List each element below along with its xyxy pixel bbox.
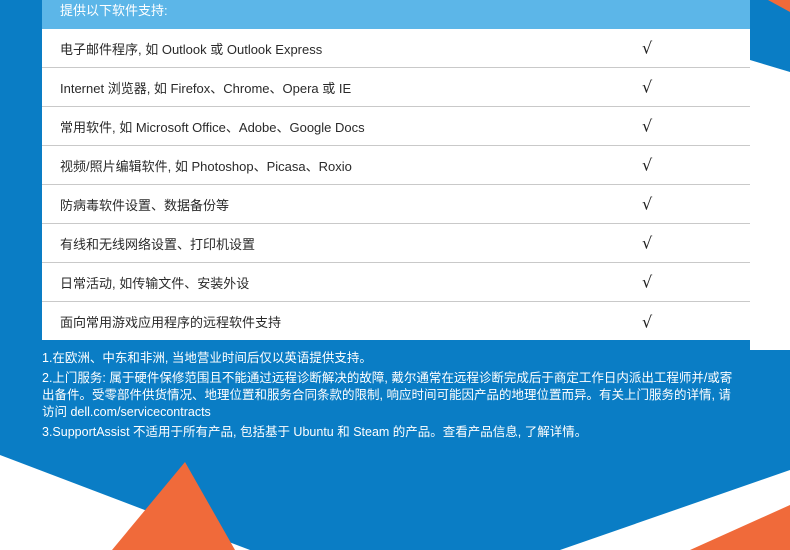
table-header: 提供以下软件支持: (42, 0, 750, 29)
footnote: 1.在欧洲、中东和非洲, 当地营业时间后仅以英语提供支持。 (42, 351, 372, 365)
footnote: 3.SupportAssist 不适用于所有产品, 包括基于 Ubuntu 和 … (42, 425, 588, 439)
check-mark-icon: √ (642, 155, 653, 175)
software-support-table: 提供以下软件支持: 电子邮件程序, 如 Outlook 或 Outlook Ex… (42, 0, 750, 340)
table-rows: 电子邮件程序, 如 Outlook 或 Outlook Express √ Inte… (42, 29, 750, 341)
row-label: 防病毒软件设置、数据备份等 (60, 197, 230, 213)
check-mark-icon: √ (642, 233, 653, 253)
white-band-right (750, 60, 790, 350)
table-row: 日常活动, 如传输文件、安装外设 √ (42, 263, 750, 302)
check-mark-icon: √ (642, 194, 653, 214)
check-mark-icon: √ (642, 38, 653, 58)
check-mark-icon: √ (642, 116, 653, 136)
row-label: 视频/照片编辑软件, 如 Photoshop、Picasa、Roxio (60, 158, 352, 174)
table-row: 防病毒软件设置、数据备份等 √ (42, 185, 750, 224)
table-row: 面向常用游戏应用程序的远程软件支持 √ (42, 302, 750, 341)
row-label: 电子邮件程序, 如 Outlook 或 Outlook Express (60, 41, 323, 57)
table-row: 电子邮件程序, 如 Outlook 或 Outlook Express √ (42, 29, 750, 68)
check-mark-icon: √ (642, 272, 653, 292)
row-label: 有线和无线网络设置、打印机设置 (60, 236, 256, 252)
table-row: Internet 浏览器, 如 Firefox、Chrome、Opera 或 I… (42, 68, 750, 107)
row-label: 面向常用游戏应用程序的远程软件支持 (60, 315, 282, 330)
row-label: 常用软件, 如 Microsoft Office、Adobe、Google Do… (60, 119, 365, 135)
table-row: 视频/照片编辑软件, 如 Photoshop、Picasa、Roxio √ (42, 146, 750, 185)
footnote: 2.上门服务: 属于硬件保修范围且不能通过远程诊断解决的故障, 戴尔通常在远程诊… (42, 371, 733, 419)
row-label: 日常活动, 如传输文件、安装外设 (60, 275, 250, 291)
table-row: 常用软件, 如 Microsoft Office、Adobe、Google Do… (42, 107, 750, 146)
row-label: Internet 浏览器, 如 Firefox、Chrome、Opera 或 I… (60, 80, 352, 96)
orange-shape-top-right (768, 0, 790, 12)
table-row: 有线和无线网络设置、打印机设置 √ (42, 224, 750, 263)
check-mark-icon: √ (642, 77, 653, 97)
footnotes: 1.在欧洲、中东和非洲, 当地营业时间后仅以英语提供支持。 2.上门服务: 属于硬… (42, 350, 742, 444)
check-mark-icon: √ (642, 312, 653, 331)
